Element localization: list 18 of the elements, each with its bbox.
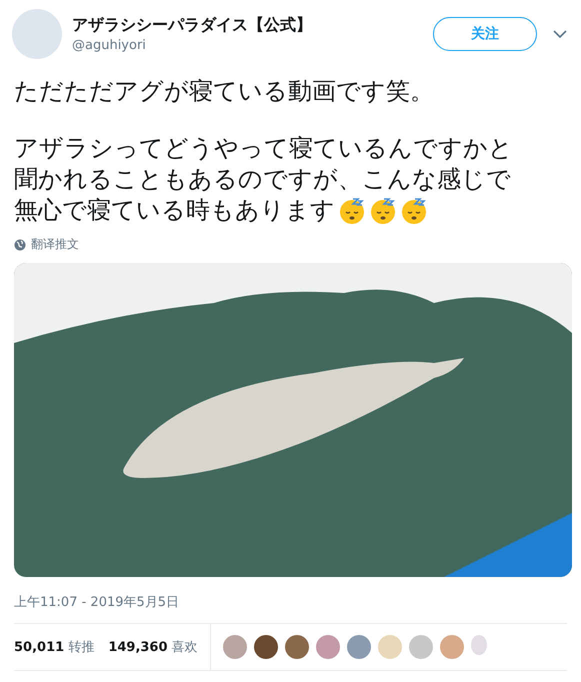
liker-avatar[interactable] [254,635,278,659]
profile-avatar[interactable] [12,9,62,59]
sleeping-face-icon [400,196,428,224]
liker-avatar[interactable] [284,635,309,659]
stat-count[interactable]: 50,011 转推 [14,638,94,656]
sleeping-face-icon [338,196,366,224]
video-drawing[interactable] [14,263,572,577]
tweet-text: 聞かれることもあるのですが、こんな感じで [14,164,511,195]
tweet-text: 無心で寝ている時もあります [14,195,335,226]
translate-link[interactable]: 翻译推文 [31,236,79,253]
tweet-timestamp[interactable]: 上午11:07 - 2019年5月5日 [0,577,581,623]
sleeping-face-icon [369,196,397,224]
author-handle: @aguhiyori [72,38,147,53]
author-name[interactable]: アザラシシーパラダイス【公式】 [72,15,433,36]
stat-count[interactable]: 149,360 喜欢 [108,638,198,656]
chevron-down-icon[interactable] [553,30,567,38]
tweet-text: ただただアグが寝ている動画です笑。 [14,76,434,107]
tweet-text: アザラシってどうやって寝ているんですかと [14,133,513,164]
